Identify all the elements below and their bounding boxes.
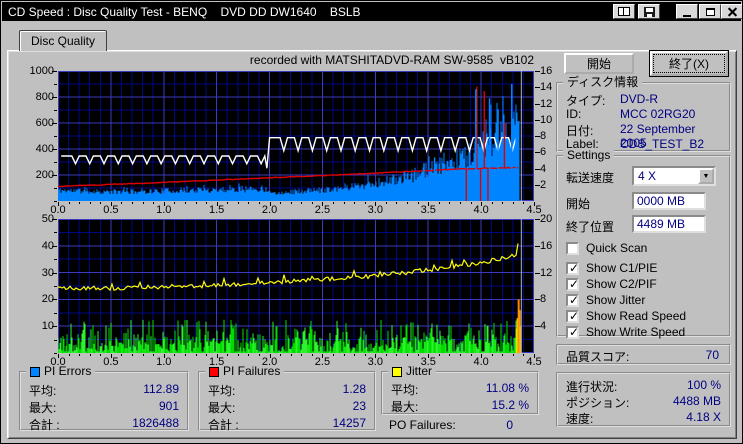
pi-failures-color-swatch	[209, 366, 219, 377]
transfer-rate-label: 転送速度	[566, 171, 615, 185]
checkbox-show-write-speed[interactable]: Show Write Speed	[566, 325, 685, 339]
show-jitter-checkbox[interactable]	[566, 293, 579, 307]
jitter-color-swatch	[392, 366, 402, 377]
stat-value: 15.2 %	[491, 398, 529, 412]
maximize-button[interactable]	[699, 4, 721, 19]
show-c1-pie-checkbox[interactable]	[566, 261, 579, 275]
pi-errors-title: PI Errors	[44, 364, 92, 378]
checkbox-label: Show C2/PIF	[586, 277, 657, 291]
pi-error-scan-canvas	[57, 70, 535, 202]
save-button[interactable]	[638, 4, 660, 19]
window-title: CD Speed : Disc Quality Test - BENQ DVD …	[8, 5, 361, 19]
save-icon	[643, 6, 655, 17]
po-failures-label: PO Failures:	[389, 418, 456, 432]
maximize-icon	[705, 7, 715, 16]
checkbox-show-c1-pie[interactable]: Show C1/PIE	[566, 261, 657, 275]
pi-errors-stats-box: PI Errors 平均: 112.89 最大: 901 合計 : 1826488	[19, 365, 189, 432]
show-write-speed-checkbox[interactable]	[566, 325, 579, 339]
checkbox-show-read-speed[interactable]: Show Read Speed	[566, 309, 686, 323]
stat-value: 11.08 %	[485, 381, 529, 395]
disc-info-title: ディスク情報	[563, 76, 643, 89]
stat-value: 112.89	[143, 382, 179, 396]
end-position-label: 終了位置	[566, 220, 615, 234]
quality-score-label: 品質スコア:	[566, 350, 630, 364]
progress-box: 進行状況: 100 % ポジション: 4488 MB 速度: 4.18 X	[556, 372, 731, 427]
close-icon	[727, 7, 738, 16]
show-c2-pif-checkbox[interactable]	[566, 277, 579, 291]
stat-value: 23	[352, 399, 366, 413]
recorded-with-label: recorded with MATSHITADVD-RAM SW-9585 vB…	[249, 53, 534, 67]
stat-label: 平均:	[391, 383, 419, 397]
quality-score-value: 70	[705, 348, 719, 362]
speed-label: 速度:	[566, 412, 594, 426]
minimize-button[interactable]	[676, 4, 698, 19]
disc-id-value: MCC 02RG20	[620, 107, 696, 121]
stat-label: 合計 :	[208, 418, 239, 432]
stat-value: 1826488	[132, 416, 179, 430]
stat-label: 平均:	[208, 384, 236, 398]
app-window: CD Speed : Disc Quality Test - BENQ DVD …	[0, 0, 743, 444]
pi-failures-title: PI Failures	[223, 364, 281, 378]
pi-errors-color-swatch	[30, 366, 40, 377]
transfer-rate-value: 4 X	[638, 169, 657, 183]
pi-errors-legend: PI Errors	[26, 364, 96, 378]
checkbox-label: Show Jitter	[586, 293, 646, 307]
checkbox-label: Show Write Speed	[586, 325, 686, 339]
start-position-label: 開始	[566, 197, 591, 211]
show-read-speed-checkbox[interactable]	[566, 309, 579, 323]
report-icon	[618, 7, 630, 16]
minimize-icon	[683, 14, 691, 17]
settings-title: Settings	[563, 149, 615, 162]
quality-score-box: 品質スコア: 70	[556, 344, 731, 365]
transfer-rate-select[interactable]: 4 X	[632, 166, 716, 186]
quick-scan-checkbox[interactable]	[566, 241, 579, 255]
close-button[interactable]	[721, 4, 742, 19]
po-failures-value: 0	[506, 418, 513, 432]
title-bar: CD Speed : Disc Quality Test - BENQ DVD …	[2, 2, 742, 21]
jitter-pif-scan-canvas	[57, 218, 535, 354]
pi-errors-chart-plot	[57, 70, 535, 202]
start-position-input[interactable]	[632, 192, 706, 210]
jitter-pif-chart-plot	[57, 218, 535, 354]
pi-failures-stats-box: PI Failures 平均: 1.28 最大: 23 合計 : 14257	[198, 365, 376, 432]
report-button[interactable]	[613, 4, 635, 19]
stat-value: 1.28	[342, 382, 366, 396]
jitter-legend: Jitter	[388, 364, 437, 378]
checkbox-show-c2-pif[interactable]: Show C2/PIF	[566, 277, 657, 291]
checkbox-label: Quick Scan	[586, 241, 648, 255]
stat-label: 最大:	[391, 400, 419, 414]
progress-label: 進行状況:	[566, 380, 618, 394]
disc-info-label: ID:	[566, 107, 582, 121]
position-label: ポジション:	[566, 396, 630, 410]
end-position-input[interactable]	[632, 215, 706, 233]
stat-label: 最大:	[29, 401, 57, 415]
checkbox-quick-scan[interactable]: Quick Scan	[566, 241, 647, 255]
progress-value: 100 %	[686, 378, 721, 392]
start-button[interactable]: 開始	[564, 53, 634, 74]
disc-label-value: CDS_TEST_B2	[620, 137, 705, 151]
dropdown-arrow-icon[interactable]	[698, 168, 714, 184]
position-value: 4488 MB	[672, 394, 721, 408]
tab-disc-quality[interactable]: Disc Quality	[19, 30, 107, 51]
disc-info-box: ディスク情報 タイプ: DVD-R ID: MCC 02RG20 日付: 22 Sep…	[556, 76, 731, 152]
stat-label: 平均:	[29, 384, 57, 398]
stat-label: 合計 :	[29, 418, 60, 432]
stat-label: 最大:	[208, 401, 236, 415]
jitter-stats-box: Jitter 平均: 11.08 % 最大: 15.2 %	[381, 365, 539, 415]
pi-failures-legend: PI Failures	[205, 364, 285, 378]
checkbox-label: Show C1/PIE	[586, 261, 658, 275]
jitter-title: Jitter	[406, 364, 433, 378]
checkbox-show-jitter[interactable]: Show Jitter	[566, 293, 645, 307]
exit-button[interactable]: 終了(X)	[650, 51, 728, 76]
stat-value: 14257	[332, 416, 366, 430]
disc-type-value: DVD-R	[620, 92, 658, 106]
settings-box: Settings 転送速度 4 X 開始 終了位置 Quick Scan Sho…	[556, 149, 731, 339]
stat-value: 901	[158, 399, 179, 413]
checkbox-label: Show Read Speed	[586, 309, 687, 323]
speed-value: 4.18 X	[686, 410, 721, 424]
